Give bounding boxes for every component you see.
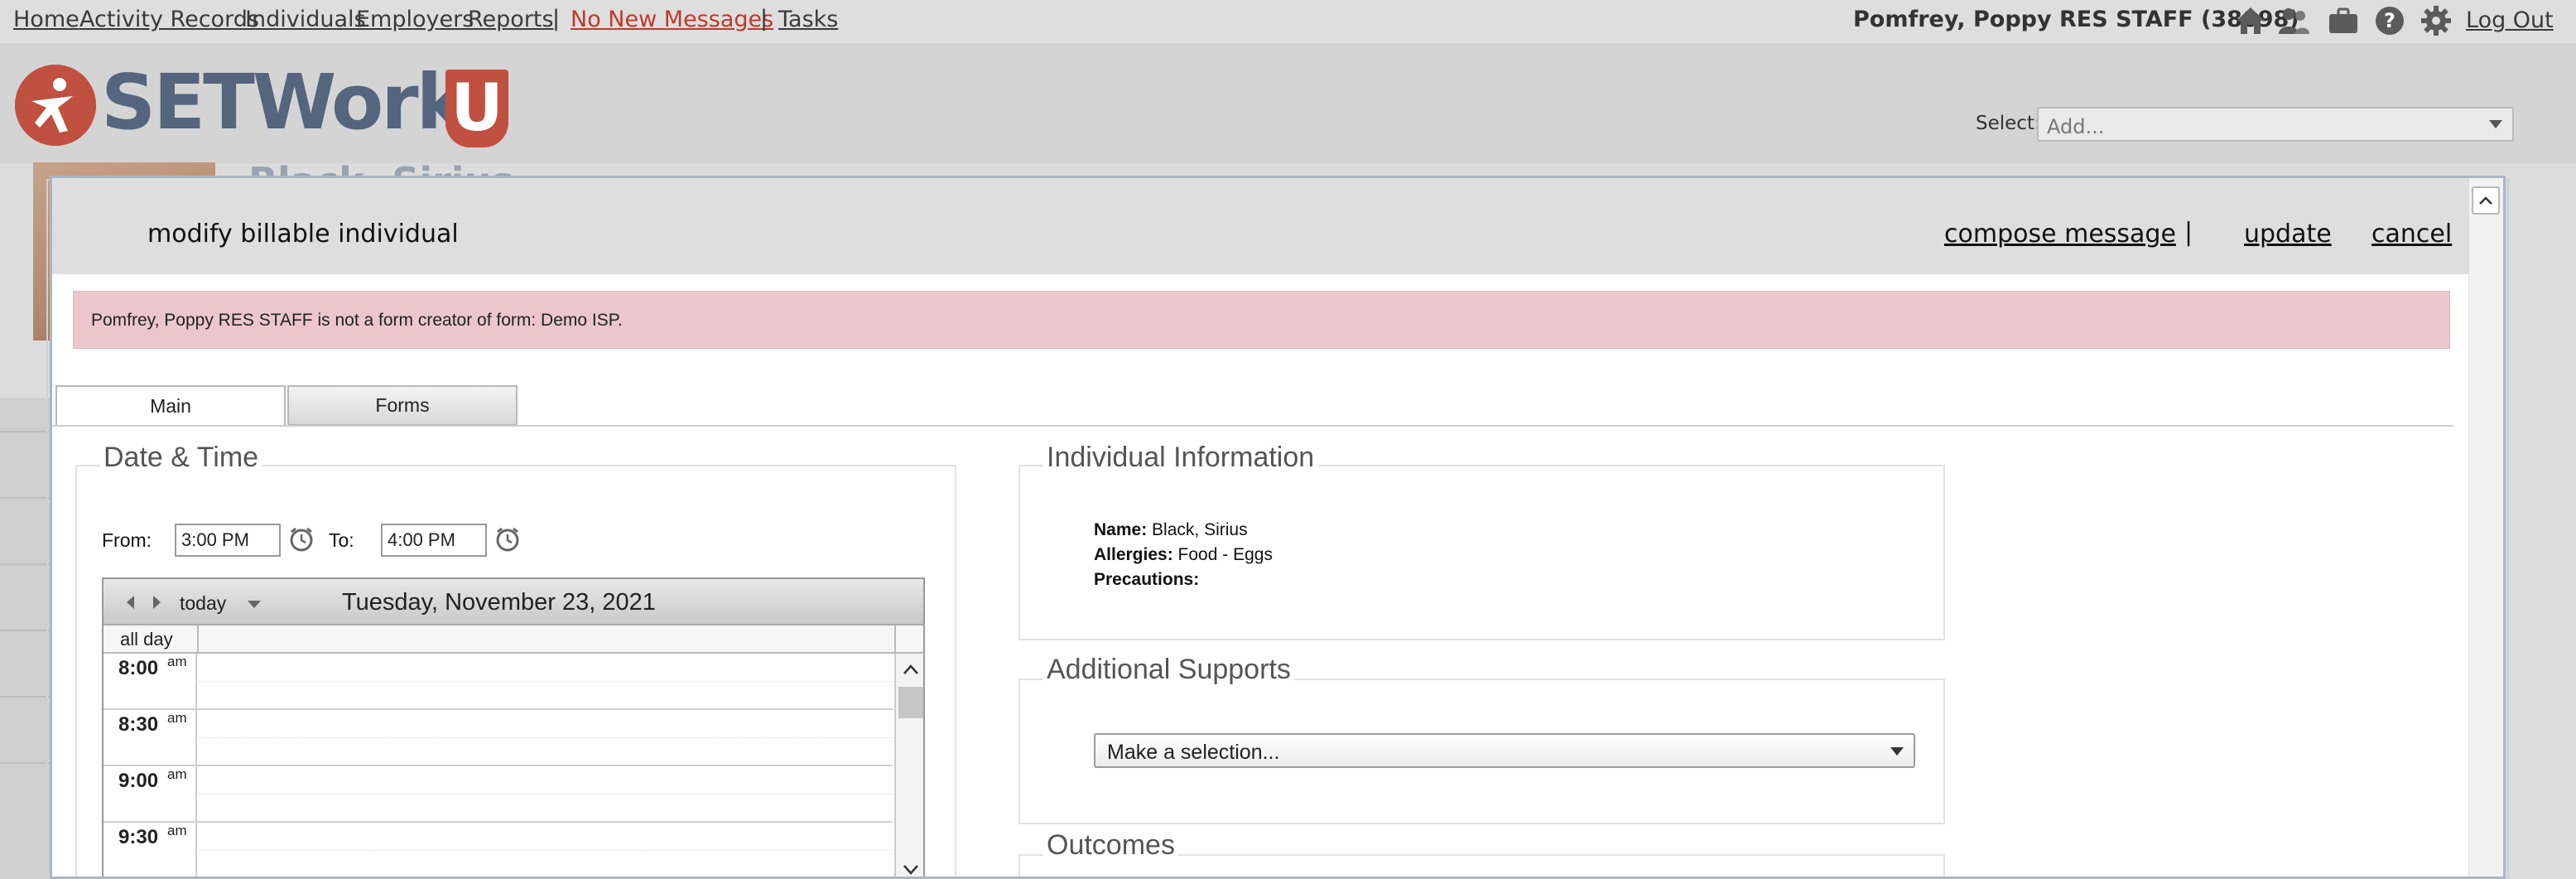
time-slot-label: 8:30 am <box>104 710 197 765</box>
tab-main[interactable]: Main <box>55 385 286 426</box>
people-icon[interactable] <box>2275 2 2312 39</box>
action-separator: | <box>2184 218 2193 247</box>
chevron-down-icon <box>1890 747 1904 756</box>
error-alert: Pomfrey, Poppy RES STAFF is not a form c… <box>73 291 2450 349</box>
date-time-legend: Date & Time <box>100 442 262 474</box>
half-hour-line <box>199 850 893 851</box>
additional-supports-legend: Additional Supports <box>1043 654 1294 686</box>
dialog-title: modify billable individual <box>147 220 459 249</box>
calendar-header: today Tuesday, November 23, 2021 <box>104 579 923 625</box>
alert-message: Pomfrey, Poppy RES STAFF is not a form c… <box>91 311 623 330</box>
slot-time: 9:00 <box>118 770 159 792</box>
nav-home-link[interactable]: Home <box>13 7 79 32</box>
time-slot-label: 8:00 am <box>104 654 197 708</box>
chevron-down-icon <box>2489 120 2502 128</box>
top-navigation: Home Activity Records Individuals Employ… <box>0 0 2576 43</box>
chevron-up-icon[interactable] <box>903 664 919 675</box>
calendar-date-title: Tuesday, November 23, 2021 <box>342 589 656 616</box>
name-label: Name: <box>1094 520 1148 539</box>
logout-link[interactable]: Log Out <box>2466 7 2554 33</box>
calendar-scroll-thumb[interactable] <box>898 687 923 718</box>
to-time-input[interactable] <box>381 524 487 557</box>
dialog-scrollbar[interactable] <box>2468 178 2503 877</box>
nav-separator: | <box>552 6 561 31</box>
precautions-label: Precautions: <box>1094 570 1200 589</box>
chevron-down-icon[interactable] <box>903 864 919 876</box>
half-hour-line <box>199 681 893 682</box>
additional-supports-value: Make a selection... <box>1107 741 1280 764</box>
compose-message-link[interactable]: compose message <box>1944 220 2176 249</box>
svg-text:?: ? <box>2384 9 2395 32</box>
select-label: Select: <box>1976 113 2041 134</box>
half-hour-line <box>199 737 893 738</box>
briefcase-icon[interactable] <box>2325 2 2362 39</box>
cancel-link[interactable]: cancel <box>2371 220 2452 249</box>
nav-employers-link[interactable]: Employers <box>356 7 474 32</box>
prev-day-icon[interactable] <box>127 596 134 609</box>
all-day-right-divider <box>894 625 896 654</box>
dialog-header: modify billable individual compose messa… <box>52 178 2503 274</box>
slot-ampm: am <box>167 654 187 669</box>
outcomes-legend: Outcomes <box>1043 829 1178 862</box>
nav-messages-link[interactable]: No New Messages <box>571 7 773 32</box>
individual-name-line: Name: Black, Sirius <box>1094 520 1248 540</box>
name-value: Black, Sirius <box>1152 520 1248 539</box>
nav-separator: | <box>760 6 768 31</box>
all-day-label: all day <box>120 629 173 650</box>
individual-precautions-line: Precautions: <box>1094 570 1199 590</box>
individual-allergies-line: Allergies: Food - Eggs <box>1094 545 1273 565</box>
allergies-label: Allergies: <box>1094 545 1173 564</box>
scroll-up-icon[interactable] <box>2472 186 2500 215</box>
nav-individuals-link[interactable]: Individuals <box>245 7 366 32</box>
tab-divider <box>52 425 2453 427</box>
from-time-input[interactable] <box>175 524 281 557</box>
to-clock-icon[interactable] <box>494 526 521 553</box>
time-slot-label: 9:00 am <box>104 766 197 821</box>
calendar-scrollbar[interactable] <box>894 654 923 877</box>
help-icon[interactable]: ? <box>2371 2 2408 39</box>
logo-mark-icon <box>15 65 96 146</box>
update-link[interactable]: update <box>2244 220 2332 249</box>
add-select-value: Add... <box>2047 115 2105 138</box>
individual-information-legend: Individual Information <box>1043 442 1318 474</box>
slot-ampm: am <box>167 710 187 726</box>
from-clock-icon[interactable] <box>288 526 315 553</box>
time-slot[interactable]: 9:30 am <box>104 823 893 877</box>
slot-time: 8:30 <box>118 713 159 736</box>
modify-billable-individual-dialog: modify billable individual compose messa… <box>50 176 2506 879</box>
all-day-row[interactable]: all day <box>104 625 923 654</box>
view-dropdown-icon[interactable] <box>248 601 261 608</box>
time-slot-label: 9:30 am <box>104 823 197 877</box>
allergies-value: Food - Eggs <box>1177 545 1273 564</box>
tab-forms[interactable]: Forms <box>287 385 518 426</box>
slot-ampm: am <box>167 766 187 782</box>
home-icon[interactable] <box>2232 2 2269 39</box>
slot-time: 8:00 <box>118 657 159 679</box>
nav-tasks-link[interactable]: Tasks <box>778 7 838 32</box>
time-slot[interactable]: 9:00 am <box>104 766 893 823</box>
nav-activity-records-link[interactable]: Activity Records <box>79 7 259 32</box>
today-button[interactable]: today <box>180 592 226 615</box>
time-slot[interactable]: 8:30 am <box>104 710 893 766</box>
slot-time: 9:30 <box>118 826 159 848</box>
nav-reports-link[interactable]: Reports <box>468 7 554 32</box>
background-sidebar <box>0 398 50 879</box>
next-day-icon[interactable] <box>153 596 161 609</box>
logo-u-mark: U <box>445 70 508 147</box>
add-select-dropdown[interactable]: Add... <box>2037 107 2514 142</box>
additional-supports-select[interactable]: Make a selection... <box>1094 733 1915 768</box>
to-label: To: <box>329 529 354 551</box>
gear-icon[interactable] <box>2418 2 2454 39</box>
time-slot[interactable]: 8:00 am <box>104 654 893 710</box>
from-label: From: <box>102 529 152 551</box>
slot-ampm: am <box>167 823 187 838</box>
day-calendar: today Tuesday, November 23, 2021 all day… <box>102 577 925 877</box>
all-day-divider <box>197 625 199 654</box>
